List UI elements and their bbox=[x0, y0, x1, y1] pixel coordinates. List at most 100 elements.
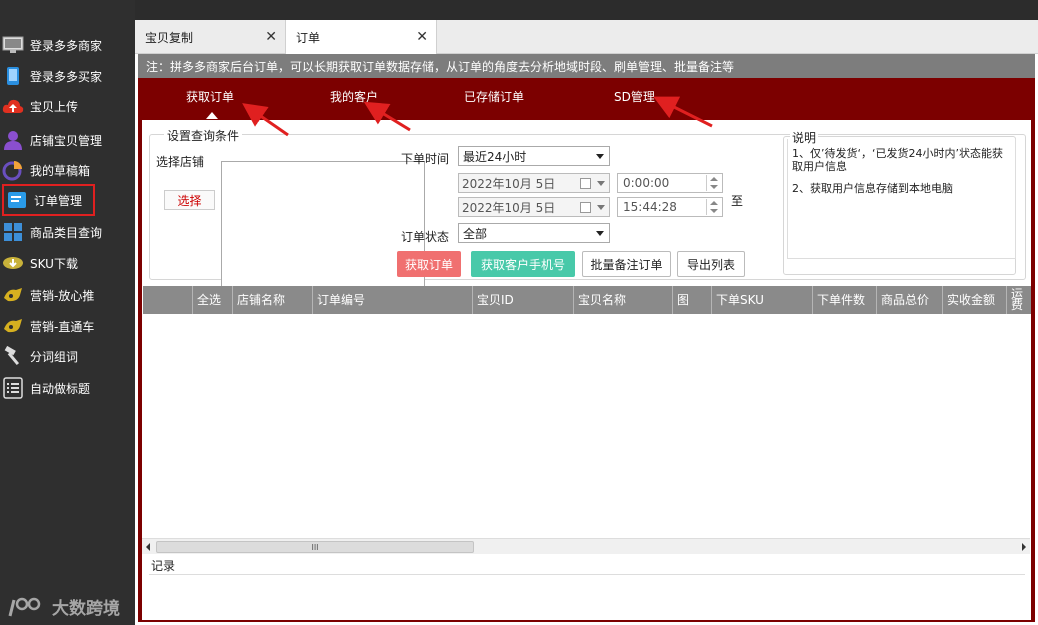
cloud-upload-icon bbox=[2, 95, 24, 117]
start-date-value: 2022年10月 5日 bbox=[462, 176, 556, 191]
user-icon bbox=[2, 129, 24, 151]
subtab-fetch-orders[interactable]: 获取订单 bbox=[186, 88, 234, 105]
query-legend: 设置查询条件 bbox=[164, 127, 243, 144]
batch-note-button[interactable]: 批量备注订单 bbox=[582, 251, 671, 277]
sidebar-item-login-merchant[interactable]: 登录多多商家 bbox=[0, 31, 135, 59]
sidebar-item-login-buyer[interactable]: 登录多多买家 bbox=[0, 62, 135, 90]
sidebar: 登录多多商家 登录多多买家 宝贝上传 店铺宝贝管理 我的草稿箱 订单管理 商品类… bbox=[0, 0, 135, 625]
window-top-strip bbox=[135, 0, 1038, 20]
active-subtab-caret bbox=[206, 112, 218, 119]
column-header-blank bbox=[143, 286, 192, 314]
sidebar-item-store-products[interactable]: 店铺宝贝管理 bbox=[0, 126, 135, 154]
column-header-total-price[interactable]: 商品总价 bbox=[876, 286, 942, 314]
pie-chart-icon bbox=[2, 159, 24, 181]
start-time-spinner[interactable]: 0:00:00 bbox=[617, 173, 723, 193]
subtab-sd-management[interactable]: SD管理 bbox=[614, 88, 655, 105]
subtab-stored-orders[interactable]: 已存储订单 bbox=[464, 88, 524, 105]
notice-text: 注：拼多多商家后台订单，可以长期获取订单数据存储，从订单的角度去分析地域时段、刷… bbox=[146, 59, 735, 74]
chevron-down-icon[interactable] bbox=[597, 181, 605, 186]
fetch-phone-button[interactable]: 获取客户手机号 bbox=[471, 251, 575, 277]
sidebar-item-marketing-zhitongche[interactable]: 营销-直通车 bbox=[0, 312, 135, 340]
sidebar-item-label: 登录多多买家 bbox=[30, 69, 103, 84]
sidebar-item-label: 分词组词 bbox=[30, 349, 79, 364]
sidebar-item-label: 商品类目查询 bbox=[30, 225, 103, 240]
brand-logo-text: 大数跨境 bbox=[52, 599, 120, 619]
close-icon[interactable]: ✕ bbox=[416, 29, 428, 45]
orders-table: 全选 店铺名称 订单编号 宝贝ID 宝贝名称 图 下单SKU 下单件数 商品总价… bbox=[143, 286, 1031, 538]
sidebar-item-label: 营销-放心推 bbox=[30, 288, 95, 303]
sidebar-item-auto-title[interactable]: 自动做标题 bbox=[0, 374, 135, 402]
export-list-button[interactable]: 导出列表 bbox=[677, 251, 745, 277]
sidebar-item-drafts[interactable]: 我的草稿箱 bbox=[0, 156, 135, 184]
description-line-2: 2、获取用户信息存储到本地电脑 bbox=[792, 182, 953, 195]
order-icon bbox=[6, 189, 28, 211]
tab-orders[interactable]: 订单 ✕ bbox=[286, 20, 437, 54]
promo-icon bbox=[2, 284, 24, 306]
description-group: 说明 1、仅’待发货‘，‘已发货24小时内’状态能获取用户信息 2、获取用户信息… bbox=[783, 129, 1016, 275]
chevron-down-icon bbox=[596, 154, 604, 159]
column-header-order-sku[interactable]: 下单SKU bbox=[711, 286, 812, 314]
brand-logo: 大数跨境 bbox=[8, 594, 120, 619]
car-icon bbox=[2, 315, 24, 337]
sidebar-item-label: 营销-直通车 bbox=[30, 319, 95, 334]
start-time-value: 0:00:00 bbox=[623, 176, 670, 190]
column-header-product-name[interactable]: 宝贝名称 bbox=[573, 286, 672, 314]
panel-content: 设置查询条件 选择店铺 选择 下单时间 最近24小时 2022年10月 5日 0… bbox=[142, 120, 1031, 620]
column-header-image[interactable]: 图 bbox=[672, 286, 711, 314]
end-time-spinner[interactable]: 15:44:28 bbox=[617, 197, 723, 217]
record-divider bbox=[149, 574, 1025, 575]
order-status-select[interactable]: 全部 bbox=[458, 223, 610, 243]
to-label: 至 bbox=[731, 194, 744, 208]
spinner-arrows-icon[interactable] bbox=[706, 199, 720, 215]
column-header-order-number[interactable]: 订单编号 bbox=[312, 286, 472, 314]
sidebar-item-marketing-fangxintui[interactable]: 营销-放心推 bbox=[0, 281, 135, 309]
sidebar-item-label: 订单管理 bbox=[34, 193, 83, 208]
store-list[interactable] bbox=[221, 161, 425, 292]
scroll-left-icon[interactable] bbox=[146, 543, 150, 551]
end-date-picker[interactable]: 2022年10月 5日 bbox=[458, 197, 610, 217]
order-time-value: 最近24小时 bbox=[463, 149, 527, 164]
chevron-down-icon[interactable] bbox=[597, 205, 605, 210]
order-status-value: 全部 bbox=[463, 226, 488, 241]
horizontal-scrollbar[interactable]: III bbox=[142, 538, 1030, 554]
sidebar-item-order-management[interactable]: 订单管理 bbox=[2, 184, 95, 216]
sidebar-item-label: 我的草稿箱 bbox=[30, 163, 91, 178]
scrollbar-thumb[interactable]: III bbox=[156, 541, 474, 553]
sidebar-item-label: 登录多多商家 bbox=[30, 38, 103, 53]
brand-logo-icon bbox=[8, 597, 41, 616]
notice-bar: 注：拼多多商家后台订单，可以长期获取订单数据存储，从订单的角度去分析地域时段、刷… bbox=[138, 54, 1035, 78]
order-panel: 获取订单 我的客户 已存储订单 SD管理 设置查询条件 选择店铺 选择 下单时间… bbox=[138, 78, 1035, 622]
column-header-paid-amount[interactable]: 实收金额 bbox=[942, 286, 1006, 314]
end-time-value: 15:44:28 bbox=[623, 200, 677, 214]
sidebar-item-sku-download[interactable]: SKU下载 bbox=[0, 249, 135, 277]
grid-icon bbox=[2, 221, 24, 243]
scroll-right-icon[interactable] bbox=[1022, 543, 1026, 551]
calendar-checkbox[interactable] bbox=[580, 178, 591, 189]
fetch-orders-button[interactable]: 获取订单 bbox=[397, 251, 461, 277]
monitor-icon bbox=[2, 34, 24, 56]
column-header-select-all[interactable]: 全选 bbox=[192, 286, 232, 314]
close-icon[interactable]: ✕ bbox=[265, 29, 277, 45]
select-store-button[interactable]: 选择 bbox=[164, 190, 215, 210]
description-text: 1、仅’待发货‘，‘已发货24小时内’状态能获取用户信息 2、获取用户信息存储到… bbox=[787, 139, 1016, 259]
download-icon bbox=[2, 252, 24, 274]
description-line-1: 1、仅’待发货‘，‘已发货24小时内’状态能获取用户信息 bbox=[792, 147, 1003, 173]
sidebar-item-word-segmentation[interactable]: 分词组词 bbox=[0, 342, 135, 370]
column-header-product-id[interactable]: 宝贝ID bbox=[472, 286, 573, 314]
sidebar-item-upload[interactable]: 宝贝上传 bbox=[0, 92, 135, 120]
sidebar-item-label: SKU下载 bbox=[30, 256, 78, 271]
column-header-store-name[interactable]: 店铺名称 bbox=[232, 286, 312, 314]
sidebar-item-category-query[interactable]: 商品类目查询 bbox=[0, 218, 135, 246]
column-header-quantity[interactable]: 下单件数 bbox=[812, 286, 876, 314]
subtab-my-customers[interactable]: 我的客户 bbox=[330, 88, 378, 105]
calendar-checkbox[interactable] bbox=[580, 202, 591, 213]
order-time-label: 下单时间 bbox=[401, 152, 450, 166]
sidebar-item-label: 自动做标题 bbox=[30, 381, 91, 396]
start-date-picker[interactable]: 2022年10月 5日 bbox=[458, 173, 610, 193]
end-date-value: 2022年10月 5日 bbox=[462, 200, 556, 215]
order-time-select[interactable]: 最近24小时 bbox=[458, 146, 610, 166]
tab-product-copy[interactable]: 宝贝复制 ✕ bbox=[135, 20, 286, 54]
spinner-arrows-icon[interactable] bbox=[706, 175, 720, 191]
column-header-shipping[interactable]: 运费 bbox=[1006, 286, 1031, 314]
table-header: 全选 店铺名称 订单编号 宝贝ID 宝贝名称 图 下单SKU 下单件数 商品总价… bbox=[143, 286, 1031, 314]
